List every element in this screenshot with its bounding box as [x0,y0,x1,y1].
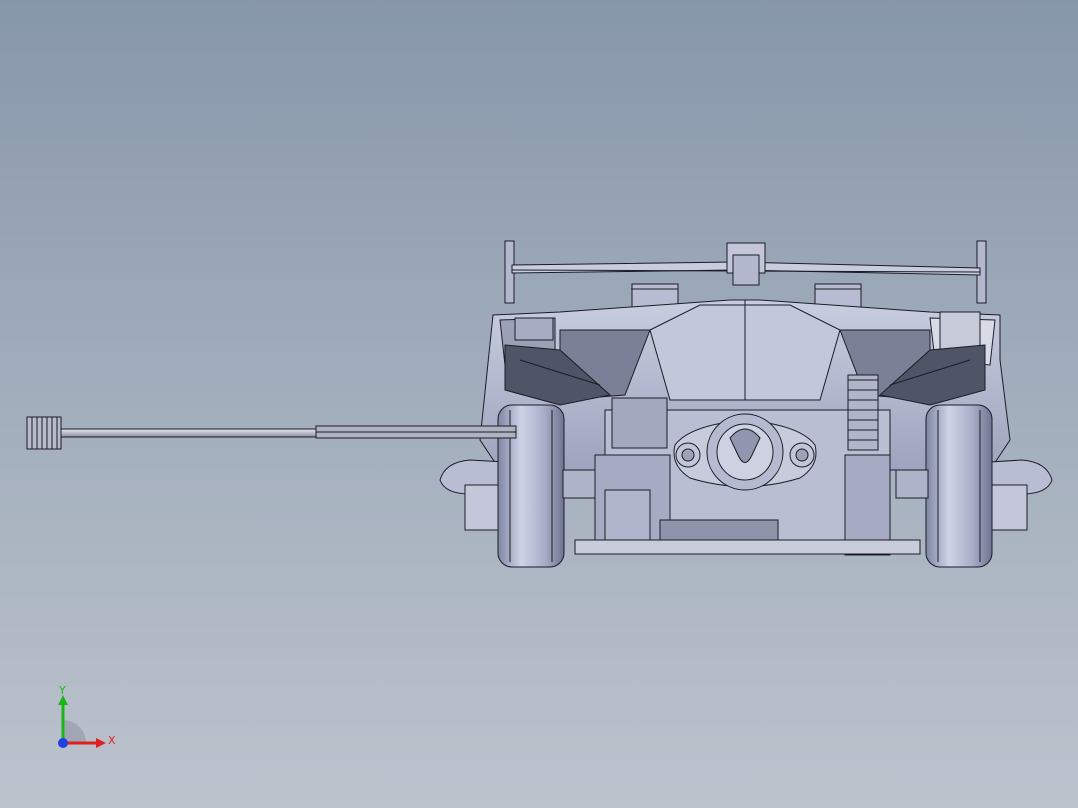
car-model[interactable] [26,240,1053,568]
x-axis-arrowhead [96,738,106,748]
axis-triad: Y X [58,685,116,748]
x-axis-label: X [108,734,116,747]
cad-viewport[interactable] [0,0,1078,808]
drive-shaft [59,425,517,439]
y-axis-label: Y [58,685,66,697]
z-axis-dot [58,738,68,748]
pinion-gear [26,416,62,450]
